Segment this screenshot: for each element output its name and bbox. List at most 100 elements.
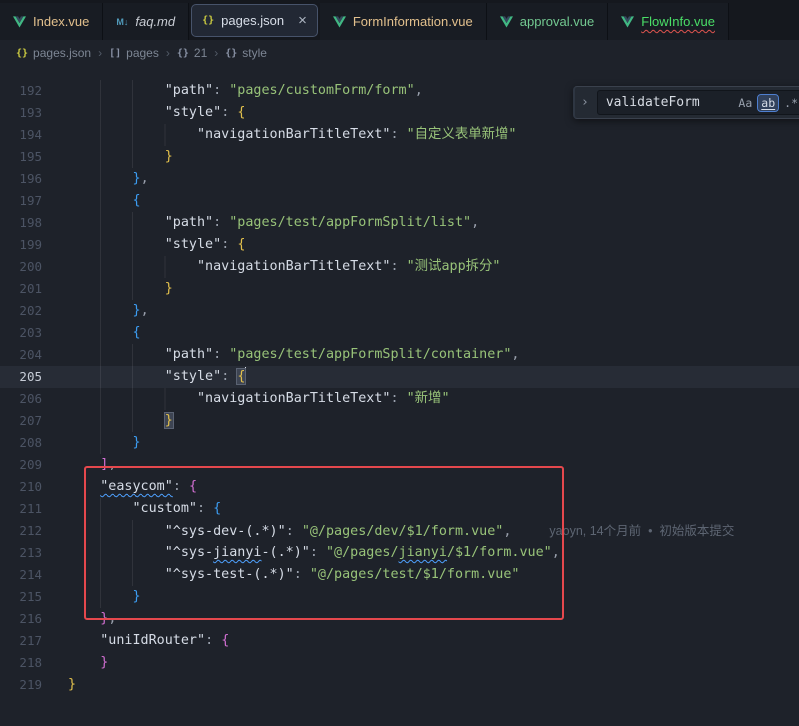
find-toggle-match-case[interactable]: Aa: [735, 95, 755, 111]
breadcrumb-label: pages: [126, 46, 159, 60]
line-content: }: [68, 146, 173, 168]
line-number[interactable]: 201: [0, 278, 68, 300]
code-line-216[interactable]: 216 },: [0, 608, 799, 630]
tab-flowinfo-vue[interactable]: FlowInfo.vue: [608, 3, 729, 40]
line-number[interactable]: 210: [0, 476, 68, 498]
code-line-211[interactable]: 211 "custom": {: [0, 498, 799, 520]
toggle-replace-chevron-icon[interactable]: ›: [577, 95, 593, 110]
breadcrumb-separator: ›: [98, 46, 102, 60]
code-line-194[interactable]: 194 "navigationBarTitleText": "自定义表单新增": [0, 124, 799, 146]
line-content: "path": "pages/test/appFormSplit/list",: [68, 212, 479, 234]
breadcrumb-item-pages.json[interactable]: {}pages.json: [16, 46, 91, 60]
line-content: "style": {: [68, 102, 245, 124]
line-content: {: [68, 190, 141, 212]
line-number[interactable]: 195: [0, 146, 68, 168]
code-line-195[interactable]: 195 }: [0, 146, 799, 168]
symbol-icon: {}: [225, 48, 237, 59]
line-content: "easycom": {: [68, 476, 197, 498]
find-widget[interactable]: › validateForm Aaab.*: [573, 86, 799, 119]
find-toggle-regex[interactable]: .*: [781, 95, 799, 111]
line-number[interactable]: 208: [0, 432, 68, 454]
line-number[interactable]: 207: [0, 410, 68, 432]
code-line-210[interactable]: 210 "easycom": {: [0, 476, 799, 498]
find-input[interactable]: validateForm Aaab.*: [597, 90, 799, 115]
code-line-198[interactable]: 198 "path": "pages/test/appFormSplit/lis…: [0, 212, 799, 234]
line-number[interactable]: 218: [0, 652, 68, 674]
line-number[interactable]: 212: [0, 520, 68, 542]
line-content: }: [68, 674, 76, 696]
line-number[interactable]: 200: [0, 256, 68, 278]
code-line-205[interactable]: 205 "style": {: [0, 366, 799, 388]
tab-forminformation-vue[interactable]: FormInformation.vue: [320, 3, 487, 40]
code-line-204[interactable]: 204 "path": "pages/test/appFormSplit/con…: [0, 344, 799, 366]
line-number[interactable]: 198: [0, 212, 68, 234]
line-number[interactable]: 217: [0, 630, 68, 652]
vue-file-icon: [621, 16, 634, 28]
code-line-202[interactable]: 202 },: [0, 300, 799, 322]
code-line-203[interactable]: 203 {: [0, 322, 799, 344]
tab-label: pages.json: [221, 13, 284, 28]
line-content: "navigationBarTitleText": "测试app拆分": [68, 256, 500, 278]
line-number[interactable]: 219: [0, 674, 68, 696]
close-tab-icon[interactable]: ×: [298, 13, 307, 28]
code-line-196[interactable]: 196 },: [0, 168, 799, 190]
line-number[interactable]: 194: [0, 124, 68, 146]
tab-label: faq.md: [135, 14, 175, 29]
code-line-201[interactable]: 201 }: [0, 278, 799, 300]
line-content: "uniIdRouter": {: [68, 630, 229, 652]
line-number[interactable]: 196: [0, 168, 68, 190]
tab-bar: Index.vueM↓faq.md {} pages.json × FormInform…: [0, 0, 799, 40]
tab-faq-md[interactable]: M↓faq.md: [103, 3, 189, 40]
find-toggle-whole-word[interactable]: ab: [758, 95, 778, 111]
line-content: "^sys-test-(.*)": "@/pages/test/$1/form.…: [68, 564, 519, 586]
code-line-206[interactable]: 206 "navigationBarTitleText": "新增": [0, 388, 799, 410]
code-line-209[interactable]: 209 ],: [0, 454, 799, 476]
line-content: {: [68, 322, 141, 344]
code-line-207[interactable]: 207 }: [0, 410, 799, 432]
breadcrumb-item-pages[interactable]: []pages: [109, 46, 159, 60]
tab-label: FormInformation.vue: [353, 14, 473, 29]
editor[interactable]: 192 "path": "pages/customForm/form",193 …: [0, 66, 799, 726]
tab-pages-json[interactable]: {} pages.json ×: [191, 4, 318, 37]
breadcrumb-item-21[interactable]: {}21: [177, 46, 207, 60]
line-number[interactable]: 192: [0, 80, 68, 102]
code-line-200[interactable]: 200 "navigationBarTitleText": "测试app拆分": [0, 256, 799, 278]
code-line-197[interactable]: 197 {: [0, 190, 799, 212]
line-number[interactable]: 206: [0, 388, 68, 410]
code-line-212[interactable]: 212 "^sys-dev-(.*)": "@/pages/dev/$1/for…: [0, 520, 799, 542]
code-line-219[interactable]: 219}: [0, 674, 799, 696]
line-number[interactable]: 199: [0, 234, 68, 256]
tab-label: approval.vue: [520, 14, 594, 29]
code-line-217[interactable]: 217 "uniIdRouter": {: [0, 630, 799, 652]
code-line-218[interactable]: 218 }: [0, 652, 799, 674]
line-number[interactable]: 211: [0, 498, 68, 520]
find-query: validateForm: [606, 95, 733, 110]
code-line-214[interactable]: 214 "^sys-test-(.*)": "@/pages/test/$1/f…: [0, 564, 799, 586]
line-number[interactable]: 216: [0, 608, 68, 630]
line-content: "custom": {: [68, 498, 221, 520]
line-number[interactable]: 203: [0, 322, 68, 344]
code-line-215[interactable]: 215 }: [0, 586, 799, 608]
line-content: }: [68, 652, 108, 674]
line-number[interactable]: 197: [0, 190, 68, 212]
line-number[interactable]: 193: [0, 102, 68, 124]
json-file-icon: {}: [202, 15, 214, 26]
breadcrumb-item-style[interactable]: {}style: [225, 46, 267, 60]
code-line-199[interactable]: 199 "style": {: [0, 234, 799, 256]
line-number[interactable]: 205: [0, 366, 68, 388]
line-number[interactable]: 215: [0, 586, 68, 608]
line-content: "navigationBarTitleText": "新增": [68, 388, 450, 410]
breadcrumb-separator: ›: [166, 46, 170, 60]
breadcrumb-label: 21: [194, 46, 207, 60]
line-number[interactable]: 204: [0, 344, 68, 366]
line-number[interactable]: 202: [0, 300, 68, 322]
line-number[interactable]: 213: [0, 542, 68, 564]
tab-index-vue[interactable]: Index.vue: [0, 3, 103, 40]
line-number[interactable]: 209: [0, 454, 68, 476]
code-line-208[interactable]: 208 }: [0, 432, 799, 454]
line-number[interactable]: 214: [0, 564, 68, 586]
tab-approval-vue[interactable]: approval.vue: [487, 3, 608, 40]
line-content: "navigationBarTitleText": "自定义表单新增": [68, 124, 516, 146]
vscode-window: Index.vueM↓faq.md{}pages.json×FormInform…: [0, 0, 799, 726]
code-line-213[interactable]: 213 "^sys-jianyi-(.*)": "@/pages/jianyi/…: [0, 542, 799, 564]
